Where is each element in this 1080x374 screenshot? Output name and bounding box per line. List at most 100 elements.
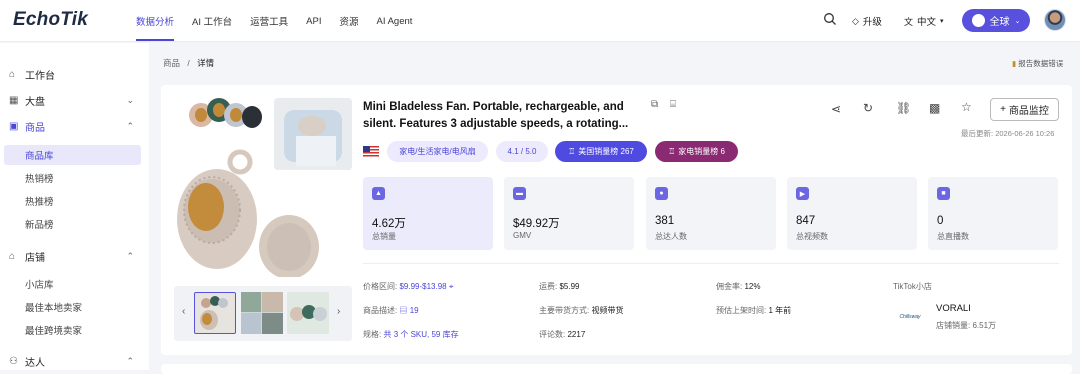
breadcrumb-separator: / [187, 58, 190, 68]
chevron-right-icon[interactable]: › [337, 306, 340, 317]
nav-ai-agent[interactable]: AI Agent [376, 3, 412, 40]
creator-icon: ● [655, 187, 668, 200]
shipping-label: 运费: [539, 282, 558, 291]
product-main-image[interactable] [174, 97, 319, 277]
users-icon: ⚇ [9, 355, 18, 367]
region-label: 全球 [989, 17, 1010, 28]
product-monitor-button[interactable]: + 商品监控 [990, 98, 1059, 121]
sidebar-item-label: 店铺 [25, 252, 45, 264]
breadcrumb-parent[interactable]: 商品 [163, 58, 180, 68]
document-icon[interactable]: ▤ [399, 306, 407, 315]
stat-value: $49.92万 [513, 218, 560, 230]
live-icon: ■ [937, 187, 950, 200]
upgrade-link[interactable]: ◇ 升级 [852, 14, 882, 29]
chevron-down-icon: ⌄ [1014, 17, 1021, 25]
nav-ops-tools[interactable]: 运营工具 [250, 1, 288, 41]
rank-appliance-label: 家电销量榜 6 [678, 147, 725, 156]
reviews: 评论数: 2217 [539, 329, 585, 340]
last-updated: 最后更新: 2026-06-26 10:26 [961, 128, 1054, 139]
language-label: 中文 [917, 17, 937, 28]
price-range: 价格区间: $9.99-$13.98 ⌖ [363, 281, 453, 292]
last-updated-value: 2026-06-26 10:26 [995, 129, 1055, 138]
channel-value: 视频带货 [591, 306, 624, 315]
trophy-icon: ♖ [568, 147, 576, 156]
nav-data-analysis[interactable]: 数据分析 [136, 1, 175, 41]
language-switch[interactable]: 文 中文 ▾ [904, 14, 944, 29]
thumbnail-2[interactable] [241, 292, 283, 334]
stat-livestreams: ■ 0 总直播数 [928, 177, 1058, 250]
store-icon: ⌂ [9, 250, 16, 262]
sidebar-sub-hot-sales[interactable]: 热销榜 [4, 168, 141, 188]
store-name[interactable]: VORALI [936, 303, 971, 314]
commission-value: 12% [744, 282, 761, 291]
avatar[interactable] [1044, 9, 1066, 31]
store-logo-text: Chillsway [899, 314, 921, 320]
rank-appliance-tag[interactable]: ♖ 家电销量榜 6 [655, 141, 738, 162]
sidebar: ⌂ 工作台 ▦ 大盘 ⌄ ▣ 商品 ⌃ 商品库 热销榜 热推榜 新品榜 ⌂ 店铺… [0, 43, 149, 370]
globe-icon [971, 14, 985, 27]
home-icon: ⌂ [9, 68, 16, 80]
stat-label: 总销量 [372, 232, 396, 241]
stat-videos: ▶ 847 总视频数 [787, 177, 917, 250]
nav-resources[interactable]: 资源 [339, 1, 358, 41]
rating-tag: 4.1 / 5.0 [496, 141, 548, 162]
region-button[interactable]: 全球 ⌄ [962, 9, 1030, 32]
price-label: 价格区间: [363, 282, 398, 291]
shop-icon[interactable]: ⌸ [670, 99, 676, 110]
sidebar-sub-shop-library[interactable]: 小店库 [4, 274, 141, 294]
sidebar-item-workbench[interactable]: ⌂ 工作台 [0, 64, 149, 84]
thumbs-up-icon: ▲ [372, 187, 385, 200]
qr-code-icon[interactable]: ▩ [929, 101, 940, 115]
sidebar-item-stores[interactable]: ⌂ 店铺 ⌃ [0, 246, 149, 266]
shipping: 运费: $5.99 [539, 281, 580, 292]
logo[interactable]: EchoTik [13, 9, 88, 31]
price-value: $9.99-$13.98 [399, 282, 447, 291]
chevron-up-icon: ⌃ [126, 355, 134, 366]
us-flag-icon [363, 146, 379, 157]
trophy-icon: ♖ [668, 147, 676, 156]
sidebar-item-products[interactable]: ▣ 商品 ⌃ [0, 116, 149, 136]
shopping-bag-icon: ▣ [9, 120, 19, 132]
thumbnail-strip: ‹ › [174, 286, 352, 341]
sku-value[interactable]: 共 3 个 SKU, 59 库存 [383, 330, 458, 339]
sidebar-sub-product-library[interactable]: 商品库 [4, 145, 141, 165]
nav-api[interactable]: API [306, 3, 321, 40]
stat-label: GMV [513, 231, 532, 240]
chevron-left-icon[interactable]: ‹ [182, 306, 185, 317]
sidebar-sub-best-local-sellers[interactable]: 最佳本地卖家 [4, 297, 141, 317]
monitor-label: 商品监控 [1008, 106, 1049, 117]
thumbnail-3[interactable] [287, 292, 329, 334]
report-error-link[interactable]: ▮ 报告数据错误 [1012, 58, 1063, 69]
rank-us-tag[interactable]: ♖ 美国销量榜 267 [555, 141, 647, 162]
flag-icon: ▮ [1012, 59, 1017, 68]
sidebar-item-creators[interactable]: ⚇ 达人 ⌃ [0, 351, 149, 371]
store-logo[interactable]: Chillsway [893, 304, 927, 330]
star-icon[interactable]: ☆ [961, 100, 972, 114]
stat-label: 总达人数 [655, 232, 687, 241]
category-tag[interactable]: 家电/生活家电/电风扇 [387, 141, 488, 162]
chevron-down-icon: ▾ [940, 18, 944, 25]
grid-icon: ▦ [9, 94, 19, 106]
link-icon[interactable]: ⛓ [896, 101, 911, 115]
sidebar-sub-best-cross-border[interactable]: 最佳跨境卖家 [4, 320, 141, 340]
nav-ai-workbench[interactable]: AI 工作台 [192, 1, 232, 41]
refresh-icon[interactable]: ↻ [863, 101, 873, 115]
stat-value: 4.62万 [372, 218, 406, 230]
sidebar-sub-new-products[interactable]: 新品榜 [4, 214, 141, 234]
search-icon[interactable] [823, 12, 837, 26]
share-icon[interactable]: ⋖ [831, 102, 841, 116]
sidebar-item-label: 达人 [25, 357, 45, 369]
sales-channel: 主要带货方式: 视频带货 [539, 305, 623, 316]
product-lifestyle-image[interactable] [274, 98, 352, 170]
money-icon: ▬ [513, 187, 526, 200]
thumbnail-1[interactable] [194, 292, 236, 334]
sidebar-item-dashboard[interactable]: ▦ 大盘 ⌄ [0, 90, 149, 110]
store-sales-label: 店铺销量: [936, 321, 971, 330]
listed-time: 预估上架时间: 1 年前 [716, 305, 791, 316]
sidebar-sub-hot-promo[interactable]: 热推榜 [4, 191, 141, 211]
shop-type: TikTok小店 [893, 282, 932, 291]
sku-label: 规格: [363, 330, 382, 339]
copy-icon[interactable]: ⧉ [651, 99, 658, 110]
description-value[interactable]: 19 [410, 306, 419, 315]
commission-label: 佣金率: [716, 282, 743, 291]
